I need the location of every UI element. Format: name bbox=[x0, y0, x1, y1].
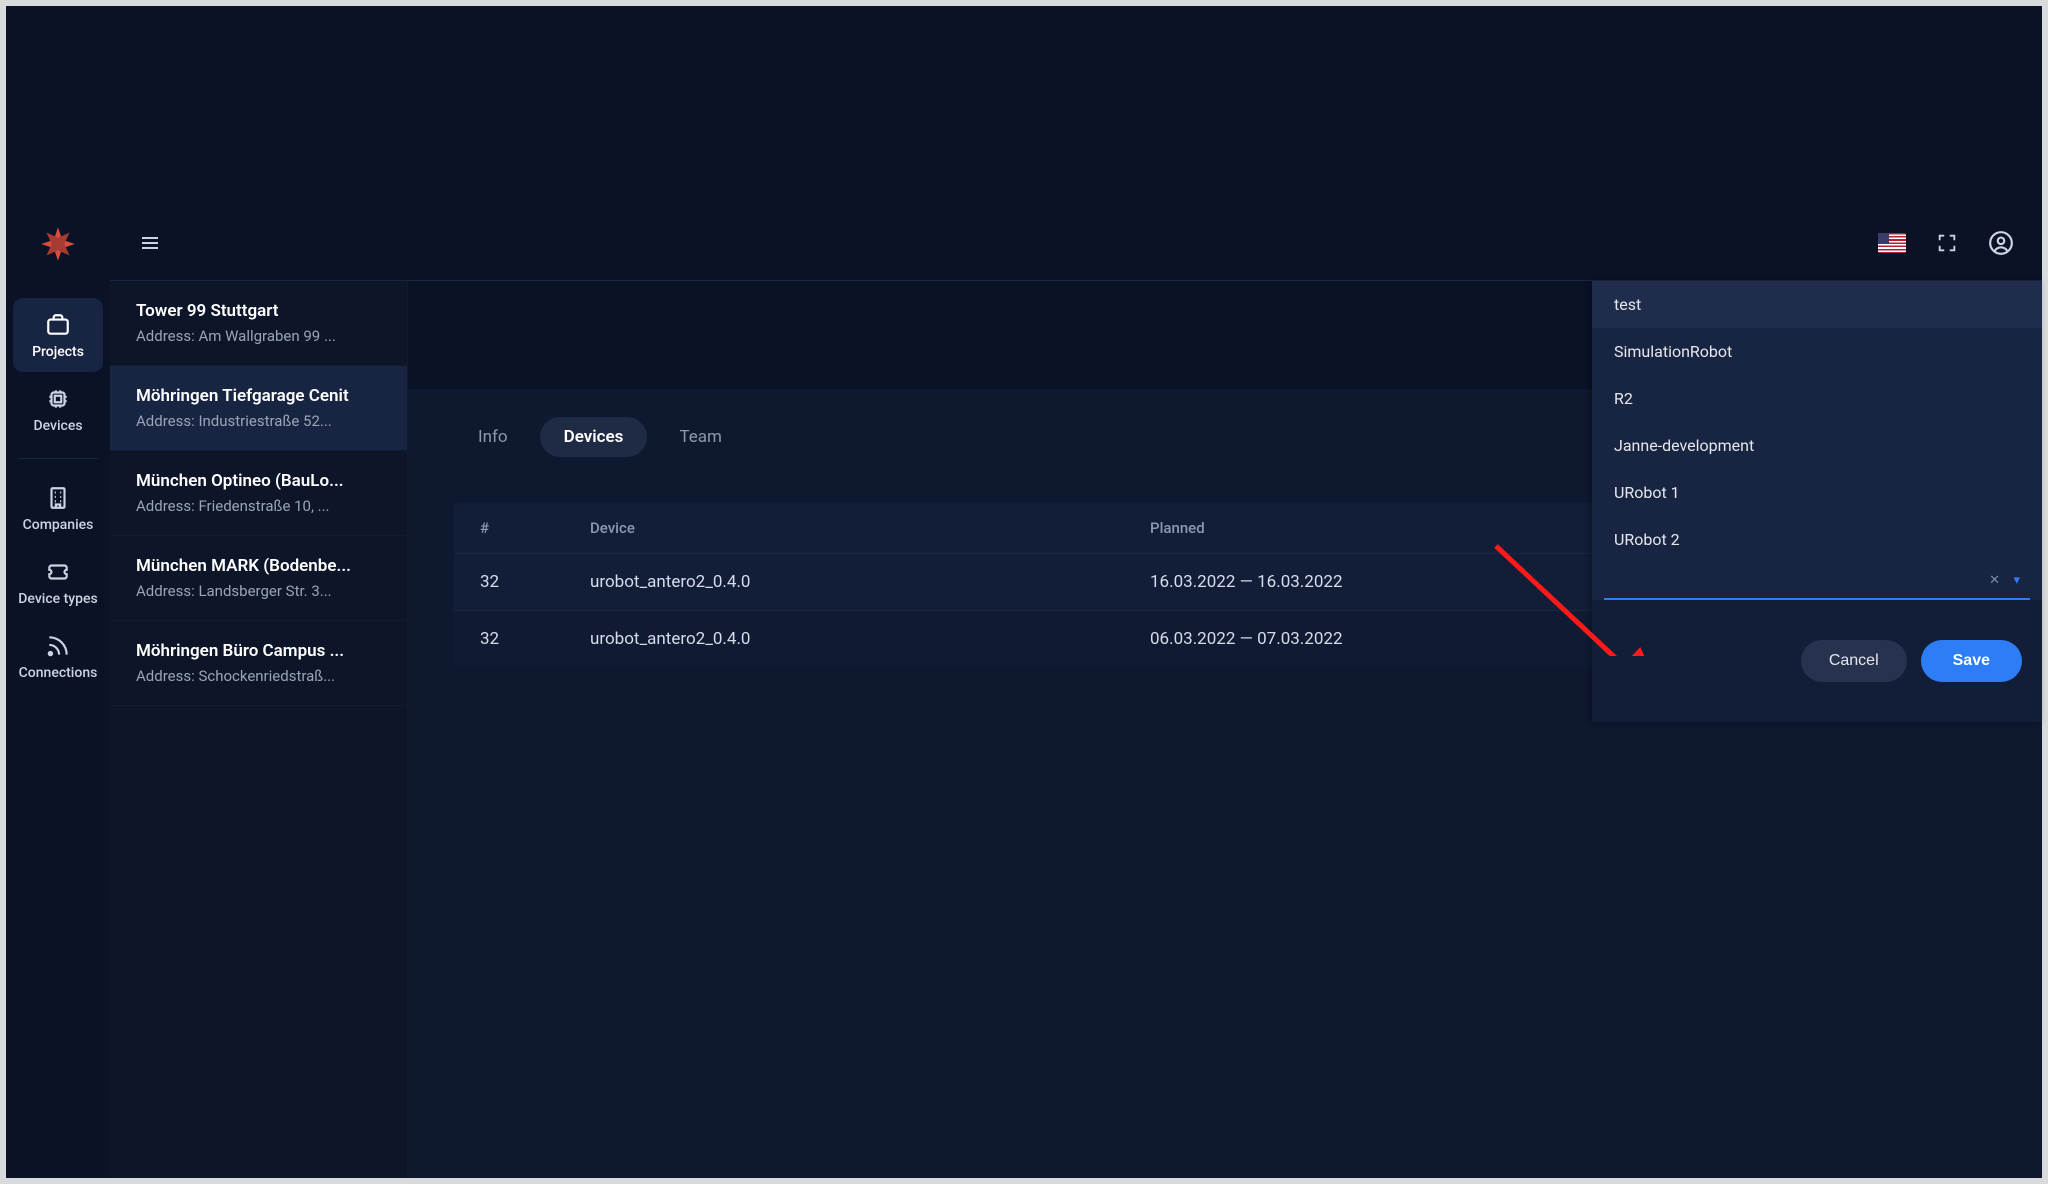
save-button[interactable]: Save bbox=[1921, 640, 2022, 682]
sidebar-label-connections: Connections bbox=[19, 665, 98, 681]
fullscreen-icon[interactable] bbox=[1936, 232, 1958, 254]
briefcase-icon bbox=[45, 312, 71, 338]
dropdown-option[interactable]: URobot 2 bbox=[1592, 516, 2042, 563]
sidebar-label-device-types: Device types bbox=[18, 591, 97, 607]
ticket-icon bbox=[45, 559, 71, 585]
sidebar-label-projects: Projects bbox=[32, 344, 84, 360]
language-flag-us[interactable] bbox=[1878, 233, 1906, 253]
device-select-dropdown: test SimulationRobot R2 Janne-developmen… bbox=[1592, 281, 2042, 722]
project-address: Address: Industriestraße 52... bbox=[136, 412, 381, 430]
sidebar-item-projects[interactable]: Projects bbox=[13, 298, 103, 372]
top-bar bbox=[110, 206, 2042, 281]
project-address: Address: Am Wallgraben 99 ... bbox=[136, 327, 381, 345]
project-title: München MARK (Bodenbe... bbox=[136, 556, 381, 576]
project-item[interactable]: München Optineo (BauLo... Address: Fried… bbox=[110, 451, 407, 536]
column-header-device: Device bbox=[564, 503, 1124, 554]
cancel-button[interactable]: Cancel bbox=[1801, 640, 1907, 682]
rss-icon bbox=[45, 633, 71, 659]
sidebar-item-devices[interactable]: Devices bbox=[13, 372, 103, 446]
caret-down-icon[interactable]: ▾ bbox=[2013, 573, 2020, 588]
tab-info[interactable]: Info bbox=[454, 417, 532, 457]
project-list: Tower 99 Stuttgart Address: Am Wallgrabe… bbox=[110, 281, 408, 1178]
chip-icon bbox=[45, 386, 71, 412]
project-title: Möhringen Büro Campus ... bbox=[136, 641, 381, 661]
project-item[interactable]: Möhringen Tiefgarage Cenit Address: Indu… bbox=[110, 366, 407, 451]
tab-team[interactable]: Team bbox=[655, 417, 746, 457]
sidebar-label-companies: Companies bbox=[23, 517, 94, 533]
project-address: Address: Schockenriedstraß... bbox=[136, 667, 381, 685]
app-logo bbox=[34, 220, 82, 268]
dropdown-option[interactable]: URobot 1 bbox=[1592, 469, 2042, 516]
dropdown-option[interactable]: R2 bbox=[1592, 375, 2042, 422]
sidebar-item-companies[interactable]: Companies bbox=[13, 471, 103, 545]
dropdown-option[interactable]: test bbox=[1592, 281, 2042, 328]
dropdown-option[interactable]: Janne-development bbox=[1592, 422, 2042, 469]
icon-rail: Projects Devices Companies Device types bbox=[6, 206, 110, 1178]
project-title: Möhringen Tiefgarage Cenit bbox=[136, 386, 381, 406]
column-header-num: # bbox=[454, 503, 564, 554]
building-icon bbox=[45, 485, 71, 511]
cell-device: urobot_antero2_0.4.0 bbox=[564, 554, 1124, 611]
rail-divider bbox=[18, 458, 98, 459]
cell-device: urobot_antero2_0.4.0 bbox=[564, 611, 1124, 668]
hamburger-icon[interactable] bbox=[138, 231, 162, 255]
blank-top-region bbox=[6, 6, 2042, 206]
dropdown-options-list: test SimulationRobot R2 Janne-developmen… bbox=[1592, 281, 2042, 563]
project-item[interactable]: München MARK (Bodenbe... Address: Landsb… bbox=[110, 536, 407, 621]
project-item[interactable]: Tower 99 Stuttgart Address: Am Wallgrabe… bbox=[110, 281, 407, 366]
project-address: Address: Friedenstraße 10, ... bbox=[136, 497, 381, 515]
project-address: Address: Landsberger Str. 3... bbox=[136, 582, 381, 600]
dropdown-search-input[interactable] bbox=[1604, 569, 2030, 600]
tab-devices[interactable]: Devices bbox=[540, 417, 648, 457]
account-icon[interactable] bbox=[1988, 230, 2014, 256]
cell-num: 32 bbox=[454, 554, 564, 611]
sidebar-item-connections[interactable]: Connections bbox=[13, 619, 103, 693]
project-title: München Optineo (BauLo... bbox=[136, 471, 381, 491]
clear-icon[interactable]: ✕ bbox=[1989, 573, 2000, 588]
project-title: Tower 99 Stuttgart bbox=[136, 301, 381, 321]
cell-num: 32 bbox=[454, 611, 564, 668]
dropdown-option[interactable]: SimulationRobot bbox=[1592, 328, 2042, 375]
sidebar-item-device-types[interactable]: Device types bbox=[13, 545, 103, 619]
project-item[interactable]: Möhringen Büro Campus ... Address: Schoc… bbox=[110, 621, 407, 706]
sidebar-label-devices: Devices bbox=[33, 418, 82, 434]
